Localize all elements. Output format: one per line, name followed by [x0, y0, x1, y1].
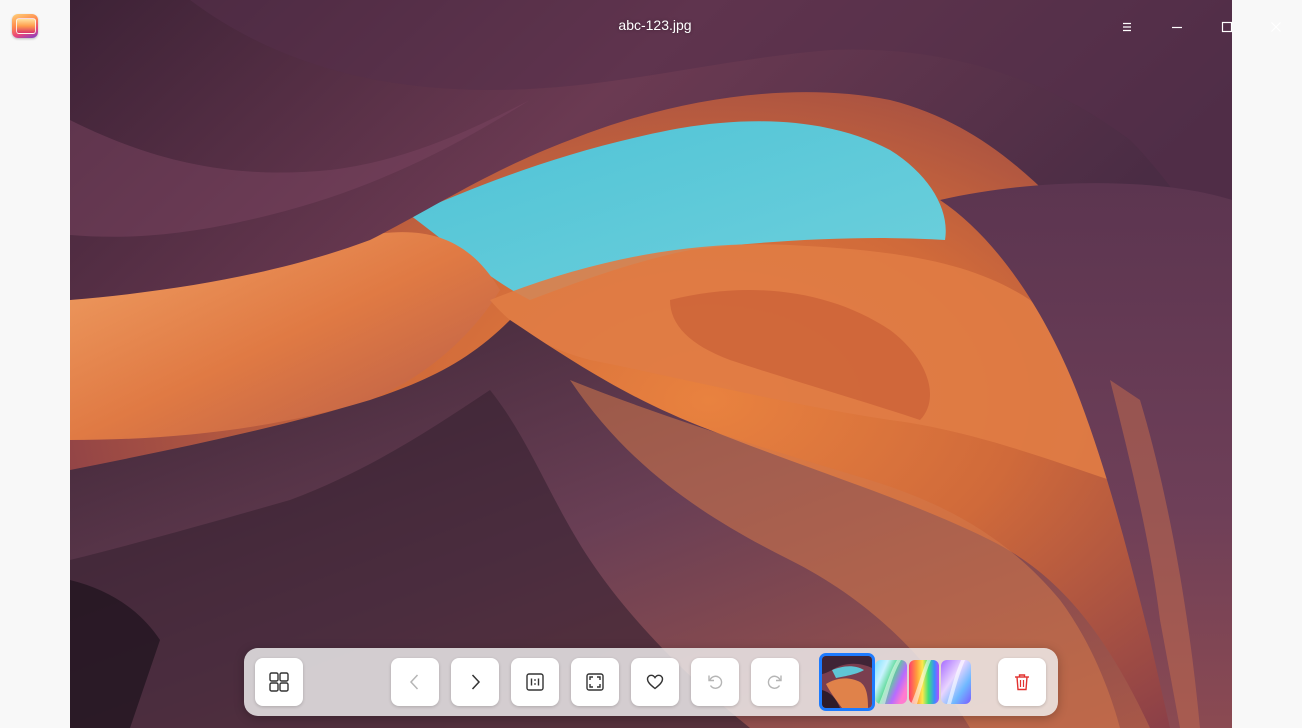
grid-icon — [269, 672, 289, 692]
heart-icon — [646, 674, 664, 690]
rotate-ccw-icon — [708, 675, 723, 689]
original-size-button[interactable] — [511, 658, 559, 706]
thumbnail-rainbow-1[interactable] — [875, 660, 907, 704]
chevron-right-icon — [471, 674, 481, 690]
chevron-left-icon — [409, 674, 419, 690]
close-icon — [1271, 22, 1281, 32]
canyon-photo — [70, 0, 1232, 728]
favorite-button[interactable] — [631, 658, 679, 706]
rainbow-thumbnail-image-3 — [941, 660, 971, 704]
rotate-cw-icon — [767, 675, 782, 689]
minimize-button[interactable] — [1162, 12, 1192, 42]
bottom-toolbar — [244, 648, 1058, 716]
maximize-button[interactable] — [1212, 12, 1242, 42]
rotate-left-button[interactable] — [691, 658, 739, 706]
thumbnail-rainbow-2[interactable] — [909, 660, 939, 704]
maximize-icon — [1221, 21, 1233, 33]
rotate-right-button[interactable] — [751, 658, 799, 706]
fit-to-window-button[interactable] — [571, 658, 619, 706]
thumbnail-rainbow-3[interactable] — [941, 660, 971, 704]
minimize-icon — [1172, 26, 1182, 29]
menu-icon — [1123, 22, 1131, 32]
fit-window-icon — [586, 673, 604, 691]
close-button[interactable] — [1261, 12, 1291, 42]
next-button[interactable] — [451, 658, 499, 706]
thumbnail-view-button[interactable] — [255, 658, 303, 706]
rainbow-thumbnail-image-2 — [909, 660, 939, 704]
one-to-one-icon — [526, 673, 544, 691]
title-bar: abc-123.jpg — [0, 0, 1302, 52]
menu-button[interactable] — [1112, 12, 1142, 42]
photo-view[interactable] — [70, 0, 1232, 728]
thumbnail-canyon[interactable] — [819, 653, 875, 711]
trash-icon — [1015, 674, 1029, 691]
rainbow-thumbnail-image-1 — [875, 660, 907, 704]
window-title: abc-123.jpg — [618, 17, 692, 33]
delete-button[interactable] — [998, 658, 1046, 706]
previous-button[interactable] — [391, 658, 439, 706]
image-viewer-window: abc-123.jpg — [0, 0, 1302, 728]
canyon-thumbnail-image — [822, 656, 872, 708]
